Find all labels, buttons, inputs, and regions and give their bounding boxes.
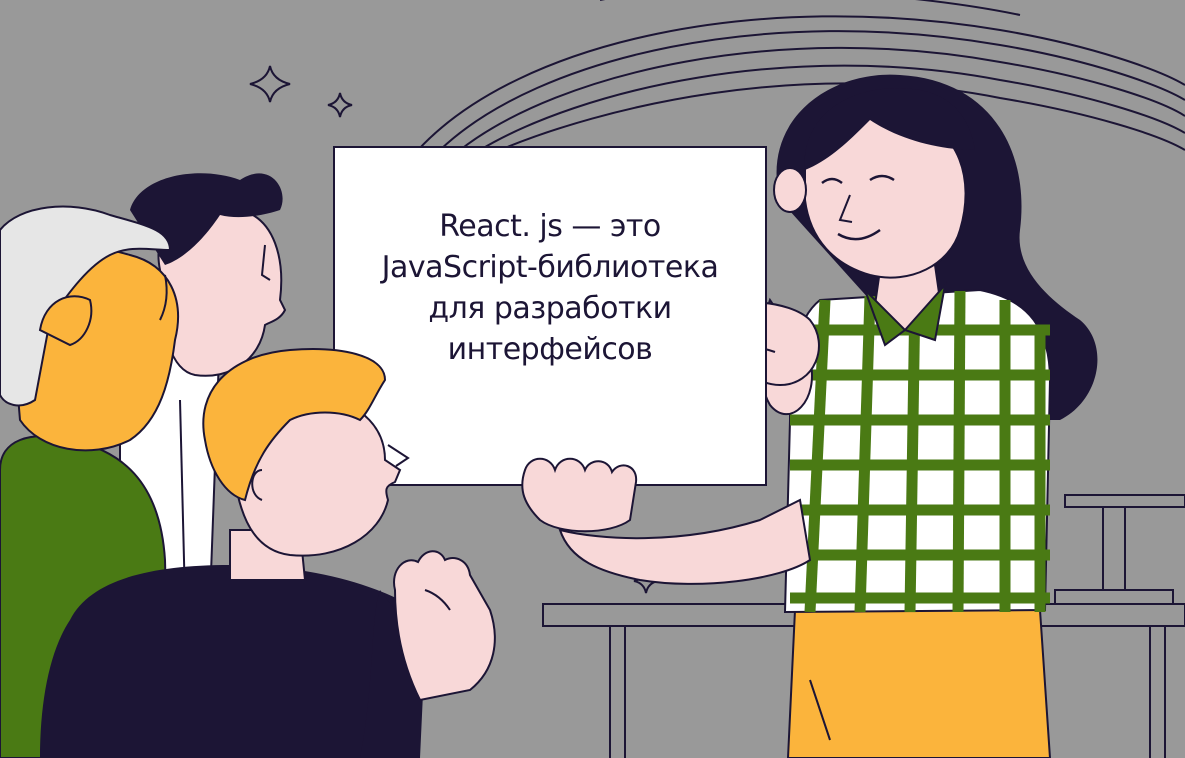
sign-line: React. js — это <box>439 209 661 244</box>
sign-text: React. js — это JavaScript-библиотека дл… <box>335 206 765 370</box>
sign-line: JavaScript-библиотека <box>381 250 719 285</box>
illustration-scene <box>0 0 1185 758</box>
sign-line: интерфейсов <box>447 332 653 367</box>
presenter-hand <box>521 457 638 533</box>
sign-line: для разработки <box>428 291 672 326</box>
